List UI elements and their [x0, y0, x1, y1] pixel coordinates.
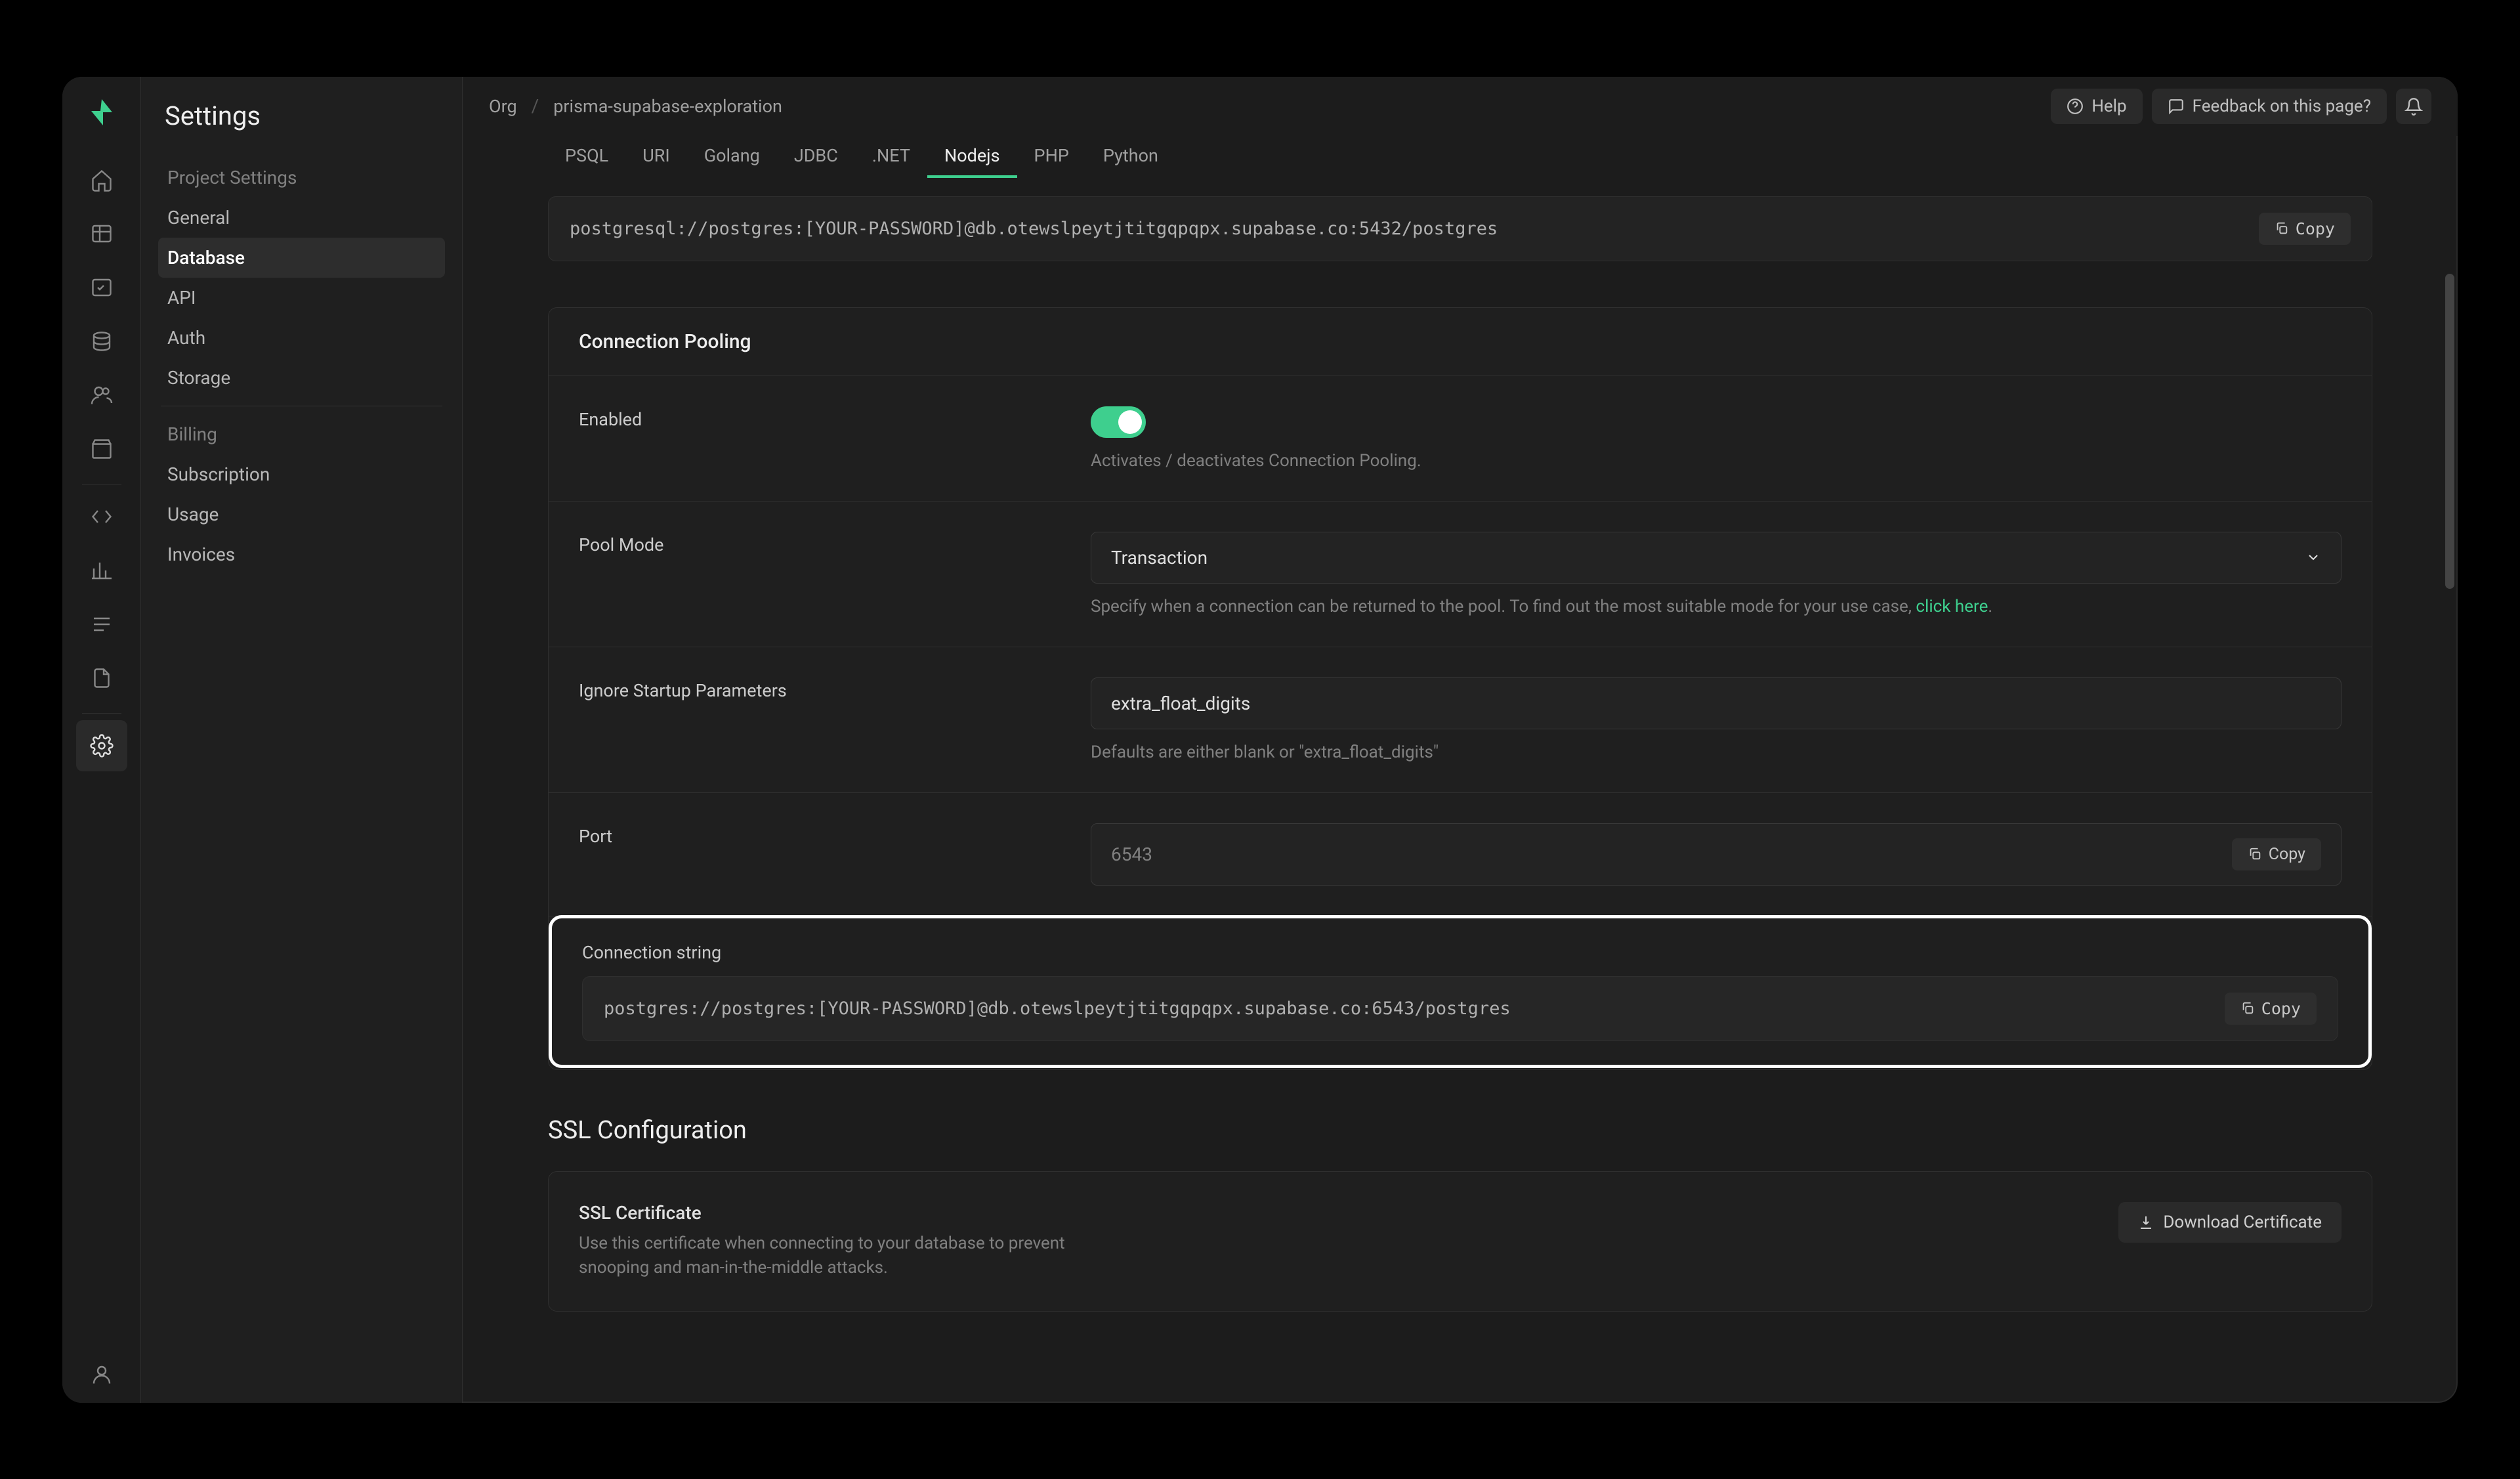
nav-table[interactable] [76, 208, 127, 259]
pooling-connection-string-highlight: Connection string postgres://postgres:[Y… [549, 915, 2372, 1068]
port-input: 6543 Copy [1091, 823, 2342, 886]
nav-functions[interactable] [76, 491, 127, 542]
copy-icon [2240, 1001, 2255, 1016]
bell-icon [2404, 97, 2423, 116]
supabase-logo [86, 96, 117, 128]
breadcrumb-org[interactable]: Org [489, 96, 517, 117]
pooling-cs-label: Connection string [582, 942, 2338, 963]
pool-mode-help-link[interactable]: click here [1916, 597, 1988, 616]
nav-reports[interactable] [76, 545, 127, 596]
nav-docs[interactable] [76, 653, 127, 704]
pooling-cs-value: postgres://postgres:[YOUR-PASSWORD]@db.o… [604, 998, 2225, 1019]
ssl-cert-desc: Use this certificate when connecting to … [579, 1232, 1078, 1281]
tab-psql[interactable]: PSQL [548, 136, 625, 178]
help-button[interactable]: Help [2051, 89, 2142, 124]
download-icon [2138, 1214, 2154, 1230]
pool-mode-select[interactable]: Transaction [1091, 532, 2342, 584]
connection-string-tabs: PSQL URI Golang JDBC .NET Nodejs PHP Pyt… [548, 136, 2372, 178]
startup-params-label: Ignore Startup Parameters [579, 677, 1051, 762]
nav-database[interactable] [76, 316, 127, 367]
nav-storage[interactable] [76, 423, 127, 475]
rail-divider [82, 713, 121, 714]
enabled-row: Enabled Activates / deactivates Connecti… [549, 376, 2372, 502]
icon-rail [62, 77, 141, 1403]
sidebar-item-auth[interactable]: Auth [158, 318, 445, 358]
enabled-toggle[interactable] [1091, 406, 1146, 438]
ssl-card: SSL Certificate Use this certificate whe… [548, 1171, 2372, 1312]
notifications-button[interactable] [2396, 89, 2431, 124]
connection-string-box: postgresql://postgres:[YOUR-PASSWORD]@db… [548, 196, 2372, 261]
page-title: Settings [165, 100, 445, 131]
sidebar-item-api[interactable]: API [158, 278, 445, 318]
tab-jdbc[interactable]: JDBC [777, 136, 855, 178]
download-certificate-button[interactable]: Download Certificate [2118, 1202, 2342, 1243]
nav-logs[interactable] [76, 599, 127, 650]
enabled-label: Enabled [579, 406, 1051, 471]
nav-auth[interactable] [76, 370, 127, 421]
pool-mode-help: Specify when a connection can be returne… [1091, 597, 2342, 616]
main-content: PSQL URI Golang JDBC .NET Nodejs PHP Pyt… [463, 136, 2458, 1403]
tab-nodejs[interactable]: Nodejs [927, 136, 1017, 178]
nav-home[interactable] [76, 154, 127, 205]
port-label: Port [579, 823, 1051, 886]
ssl-certificate-row: SSL Certificate Use this certificate whe… [549, 1172, 2372, 1311]
sidebar-item-usage[interactable]: Usage [158, 494, 445, 534]
settings-sidebar: Settings Project Settings General Databa… [141, 77, 463, 1403]
ssl-section-title: SSL Configuration [548, 1116, 2372, 1145]
group-project-settings: Project Settings [158, 158, 445, 198]
connection-pooling-card: Connection Pooling Enabled Activates / d… [548, 307, 2372, 1070]
copy-label: Copy [2261, 999, 2301, 1018]
group-billing: Billing [158, 414, 445, 454]
tab-dotnet[interactable]: .NET [855, 136, 927, 178]
copy-icon [2248, 847, 2262, 861]
sidebar-item-general[interactable]: General [158, 198, 445, 238]
startup-params-value: extra_float_digits [1111, 693, 1250, 714]
copy-pooling-cs[interactable]: Copy [2225, 993, 2317, 1025]
chat-icon [2168, 98, 2185, 115]
nav-account[interactable] [76, 1349, 127, 1400]
sidebar-item-subscription[interactable]: Subscription [158, 454, 445, 494]
breadcrumb-sep: / [532, 95, 539, 117]
connection-string-value: postgresql://postgres:[YOUR-PASSWORD]@db… [570, 219, 2259, 239]
startup-params-help: Defaults are either blank or "extra_floa… [1091, 742, 2342, 762]
nav-sql[interactable] [76, 262, 127, 313]
pool-mode-value: Transaction [1111, 547, 1208, 568]
pool-mode-label: Pool Mode [579, 532, 1051, 616]
scrollbar-track[interactable] [2441, 136, 2454, 1390]
help-label: Help [2091, 96, 2126, 116]
tab-uri[interactable]: URI [625, 136, 687, 178]
help-icon [2067, 98, 2084, 115]
download-certificate-label: Download Certificate [2163, 1212, 2322, 1232]
scrollbar-thumb[interactable] [2445, 274, 2454, 589]
copy-label: Copy [2269, 845, 2305, 864]
topbar: Org / prisma-supabase-exploration Help F… [463, 77, 2458, 136]
breadcrumb-project[interactable]: prisma-supabase-exploration [553, 96, 782, 117]
sidebar-item-invoices[interactable]: Invoices [158, 534, 445, 574]
tab-python[interactable]: Python [1086, 136, 1175, 178]
copy-icon [2275, 221, 2289, 236]
chevron-down-icon [2305, 549, 2321, 565]
pooling-cs-box: postgres://postgres:[YOUR-PASSWORD]@db.o… [582, 976, 2338, 1041]
pool-mode-row: Pool Mode Transaction Specify when a con… [549, 502, 2372, 647]
port-row: Port 6543 Copy [549, 793, 2372, 916]
connection-pooling-title: Connection Pooling [579, 330, 2342, 353]
copy-port[interactable]: Copy [2232, 838, 2321, 870]
connection-pooling-header: Connection Pooling [549, 308, 2372, 376]
port-value: 6543 [1111, 844, 2232, 865]
enabled-help: Activates / deactivates Connection Pooli… [1091, 451, 2342, 471]
tab-php[interactable]: PHP [1017, 136, 1086, 178]
feedback-button[interactable]: Feedback on this page? [2152, 89, 2387, 124]
copy-label: Copy [2296, 219, 2335, 238]
startup-params-input[interactable]: extra_float_digits [1091, 677, 2342, 729]
tab-golang[interactable]: Golang [687, 136, 777, 178]
copy-connection-string[interactable]: Copy [2259, 213, 2351, 245]
sidebar-item-database[interactable]: Database [158, 238, 445, 278]
nav-settings[interactable] [76, 720, 127, 771]
startup-params-row: Ignore Startup Parameters extra_float_di… [549, 647, 2372, 793]
feedback-label: Feedback on this page? [2193, 96, 2371, 116]
app-window: Settings Project Settings General Databa… [62, 77, 2458, 1403]
ssl-cert-title: SSL Certificate [579, 1202, 2118, 1224]
sidebar-item-storage[interactable]: Storage [158, 358, 445, 398]
